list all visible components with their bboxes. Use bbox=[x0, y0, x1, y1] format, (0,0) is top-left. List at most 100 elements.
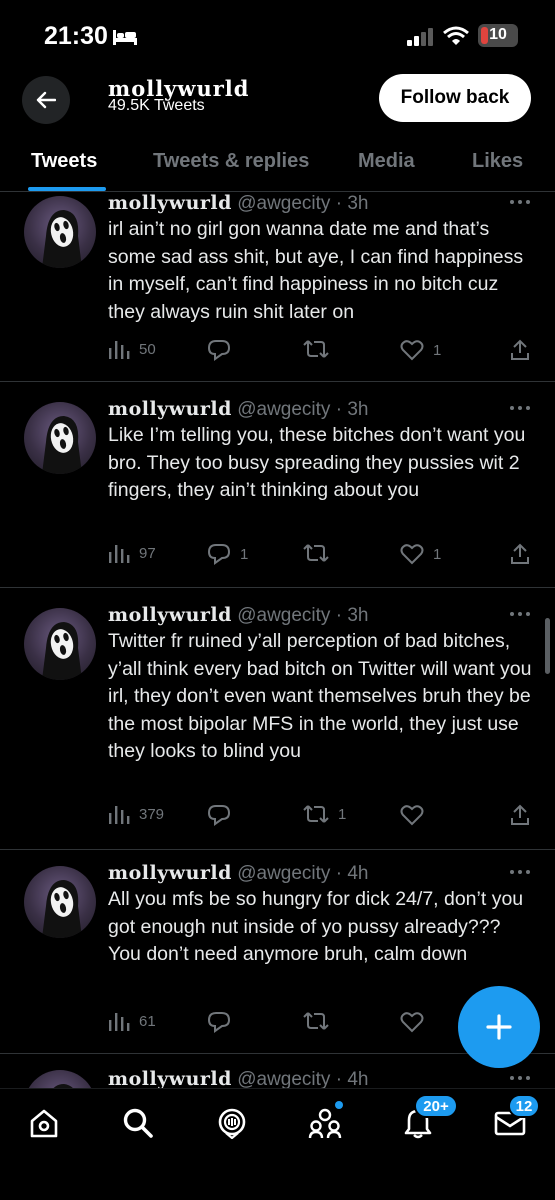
more-icon[interactable] bbox=[509, 611, 531, 617]
views-icon bbox=[109, 806, 130, 824]
search-icon bbox=[123, 1108, 153, 1138]
tweet[interactable]: mollywurld @awgecity · 3h irl ain’t no g… bbox=[0, 192, 555, 382]
like-count: 1 bbox=[433, 545, 442, 563]
views-count: 50 bbox=[139, 340, 156, 358]
tweet[interactable]: mollywurld @awgecity · 3h Like I’m telli… bbox=[0, 382, 555, 588]
spaces-icon bbox=[218, 1108, 246, 1139]
author-name[interactable]: mollywurld bbox=[108, 862, 232, 884]
handle-time: @awgecity · 4h bbox=[237, 1069, 369, 1090]
views-button[interactable]: 379 bbox=[108, 804, 164, 824]
tweet[interactable]: mollywurld @awgecity · 3h Twitter fr rui… bbox=[0, 588, 555, 850]
back-arrow-icon bbox=[36, 91, 56, 109]
tab-tweets-replies[interactable]: Tweets & replies bbox=[153, 150, 309, 173]
author-name[interactable]: mollywurld bbox=[108, 1068, 232, 1090]
like-icon bbox=[400, 544, 424, 565]
tweet-header: mollywurld @awgecity · 3h bbox=[108, 398, 368, 421]
nav-search[interactable] bbox=[118, 1103, 158, 1143]
reply-count: 1 bbox=[240, 545, 249, 563]
status-bar: 21:30 10 bbox=[0, 0, 555, 70]
like-button[interactable]: 1 bbox=[400, 543, 441, 565]
like-count: 1 bbox=[433, 341, 442, 359]
views-icon bbox=[109, 545, 130, 563]
nav-communities[interactable] bbox=[305, 1101, 345, 1143]
avatar[interactable] bbox=[24, 608, 96, 680]
communities-icon bbox=[308, 1108, 342, 1139]
retweet-icon bbox=[303, 805, 329, 823]
retweet-button[interactable] bbox=[303, 543, 338, 563]
battery-level: 10 bbox=[489, 26, 507, 43]
avatar[interactable] bbox=[24, 196, 96, 268]
author-name[interactable]: mollywurld bbox=[108, 604, 232, 626]
views-button[interactable]: 61 bbox=[108, 1011, 156, 1031]
author-name[interactable]: mollywurld bbox=[108, 192, 232, 214]
compose-icon bbox=[486, 1014, 512, 1040]
tweet-count: 49.5K Tweets bbox=[108, 97, 205, 114]
tweet-text: Twitter fr ruined y’all perception of ba… bbox=[108, 630, 532, 762]
reply-icon bbox=[207, 805, 231, 826]
share-icon bbox=[511, 804, 529, 825]
views-icon bbox=[109, 1013, 130, 1031]
reply-icon bbox=[207, 1012, 231, 1033]
like-button[interactable] bbox=[400, 1011, 433, 1033]
reply-button[interactable] bbox=[207, 1011, 240, 1033]
share-icon bbox=[511, 543, 529, 564]
cell-signal-icon bbox=[407, 28, 433, 46]
more-icon[interactable] bbox=[509, 869, 531, 875]
views-count: 379 bbox=[139, 805, 165, 823]
tweet-actions: 50 1 bbox=[108, 339, 538, 363]
share-button[interactable] bbox=[510, 543, 530, 565]
tweet-text: All you mfs be so hungry for dick 24/7, … bbox=[108, 888, 524, 965]
notifications-badge: 20+ bbox=[414, 1094, 458, 1118]
share-icon bbox=[511, 339, 529, 360]
retweet-button[interactable] bbox=[303, 1011, 338, 1031]
more-icon[interactable] bbox=[509, 199, 531, 205]
follow-back-button[interactable]: Follow back bbox=[379, 74, 531, 122]
tweet-header: mollywurld @awgecity · 3h bbox=[108, 192, 368, 215]
reply-button[interactable] bbox=[207, 804, 240, 826]
retweet-button[interactable] bbox=[303, 339, 338, 359]
views-button[interactable]: 97 bbox=[108, 543, 156, 563]
communities-dot bbox=[335, 1101, 343, 1109]
like-icon bbox=[400, 1012, 424, 1033]
tab-media[interactable]: Media bbox=[358, 150, 415, 173]
handle-time: @awgecity · 3h bbox=[237, 605, 369, 626]
reply-icon bbox=[207, 340, 231, 361]
profile-header: mollywurld 49.5K Tweets Follow back bbox=[0, 70, 555, 130]
share-button[interactable] bbox=[510, 804, 530, 826]
views-count: 61 bbox=[139, 1012, 156, 1030]
like-button[interactable] bbox=[400, 804, 433, 826]
wifi-icon bbox=[443, 26, 469, 45]
scrollbar[interactable] bbox=[545, 618, 550, 674]
more-icon[interactable] bbox=[509, 405, 531, 411]
tweet-text: Like I’m telling you, these bitches don’… bbox=[108, 424, 526, 501]
share-button[interactable] bbox=[510, 339, 530, 361]
retweet-icon bbox=[303, 1012, 329, 1030]
nav-spaces[interactable] bbox=[212, 1103, 252, 1143]
reply-button[interactable]: 1 bbox=[207, 543, 248, 565]
tab-tweets[interactable]: Tweets bbox=[31, 150, 97, 173]
back-button[interactable] bbox=[22, 76, 70, 124]
handle-time: @awgecity · 4h bbox=[237, 863, 369, 884]
tweet-header: mollywurld @awgecity · 3h bbox=[108, 604, 368, 627]
status-time: 21:30 bbox=[44, 22, 108, 50]
messages-badge: 12 bbox=[508, 1094, 540, 1118]
tab-likes[interactable]: Likes bbox=[472, 150, 523, 173]
like-button[interactable]: 1 bbox=[400, 339, 441, 361]
views-count: 97 bbox=[139, 544, 156, 562]
handle-time: @awgecity · 3h bbox=[237, 399, 369, 420]
like-icon bbox=[400, 805, 424, 826]
retweet-button[interactable]: 1 bbox=[303, 804, 346, 824]
tweet-text: irl ain’t no girl gon wanna date me and … bbox=[108, 218, 524, 323]
like-icon bbox=[400, 340, 424, 361]
avatar[interactable] bbox=[24, 402, 96, 474]
avatar[interactable] bbox=[24, 866, 96, 938]
more-icon[interactable] bbox=[509, 1075, 531, 1081]
views-button[interactable]: 50 bbox=[108, 339, 156, 359]
reply-button[interactable] bbox=[207, 339, 240, 361]
retweet-icon bbox=[303, 340, 329, 358]
profile-tabs: Tweets Tweets & replies Media Likes bbox=[0, 130, 555, 192]
nav-home[interactable] bbox=[24, 1103, 64, 1143]
compose-tweet-button[interactable] bbox=[458, 986, 540, 1068]
author-name[interactable]: mollywurld bbox=[108, 398, 232, 420]
home-icon bbox=[30, 1109, 58, 1138]
